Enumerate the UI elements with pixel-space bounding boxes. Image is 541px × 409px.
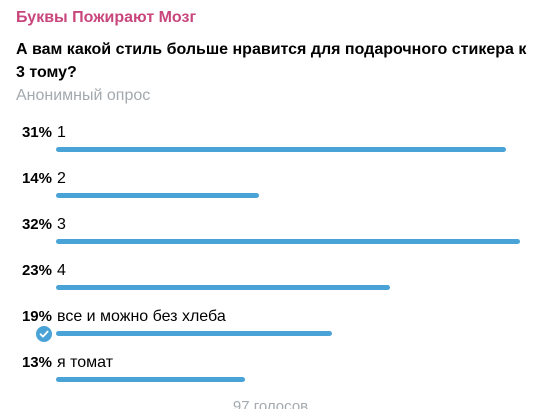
poll-option[interactable]: 31% 1 bbox=[0, 124, 541, 170]
poll-option[interactable]: 19% все и можно без хлеба bbox=[0, 308, 541, 354]
vote-count[interactable]: 97 голосов bbox=[0, 398, 541, 409]
option-percent: 23% bbox=[21, 262, 52, 279]
option-result-bar bbox=[56, 377, 245, 382]
option-result-bar bbox=[56, 147, 506, 152]
option-result-bar bbox=[56, 239, 520, 244]
option-percent: 32% bbox=[21, 216, 52, 233]
option-label: 1 bbox=[57, 124, 66, 141]
poll-option[interactable]: 32% 3 bbox=[0, 216, 541, 262]
poll-option[interactable]: 13% я томат bbox=[0, 354, 541, 400]
option-result-bar bbox=[56, 285, 390, 290]
option-label: все и можно без хлеба bbox=[57, 308, 226, 325]
option-result-bar bbox=[56, 193, 259, 198]
option-label: 2 bbox=[57, 170, 66, 187]
option-label: 4 bbox=[57, 262, 66, 279]
option-label: 3 bbox=[57, 216, 66, 233]
option-percent: 13% bbox=[21, 354, 52, 371]
option-percent: 19% bbox=[21, 308, 52, 325]
option-percent: 14% bbox=[21, 170, 52, 187]
poll-option[interactable]: 23% 4 bbox=[0, 262, 541, 308]
poll-options: 31% 1 14% 2 32% 3 23% 4 19% все и можно … bbox=[0, 0, 541, 409]
poll-message: Буквы Пожирают Мозг А вам какой стиль бо… bbox=[0, 0, 541, 409]
option-result-bar bbox=[56, 331, 332, 336]
option-percent: 31% bbox=[21, 124, 52, 141]
option-label: я томат bbox=[57, 354, 114, 371]
check-circle-icon bbox=[35, 325, 53, 343]
poll-option[interactable]: 14% 2 bbox=[0, 170, 541, 216]
